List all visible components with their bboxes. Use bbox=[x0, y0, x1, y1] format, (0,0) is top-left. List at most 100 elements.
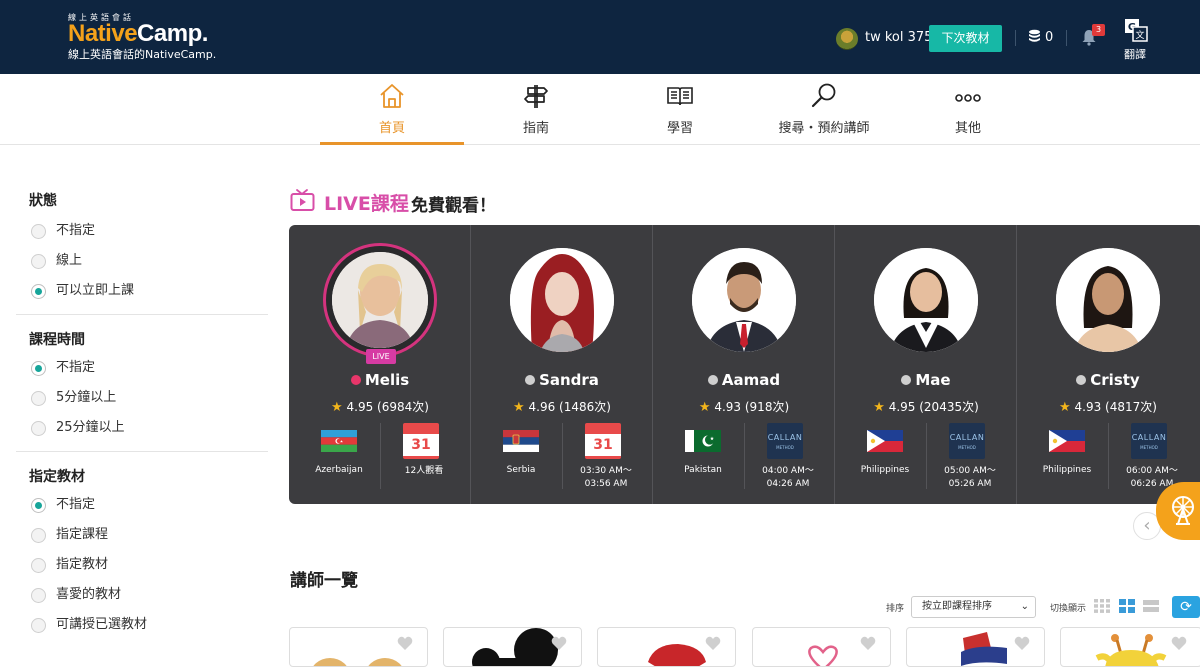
heart-icon[interactable] bbox=[860, 636, 876, 651]
lesson-time: 05:00 AM〜 05:26 AM bbox=[944, 466, 996, 489]
live-badge: LIVE bbox=[366, 349, 396, 364]
teacher-card[interactable] bbox=[1060, 627, 1200, 667]
radio-button-checked[interactable] bbox=[31, 361, 46, 376]
refresh-button[interactable]: ⟳ bbox=[1172, 596, 1200, 618]
philippines-flag bbox=[1049, 430, 1085, 452]
teacher-country: Pakistan bbox=[684, 465, 722, 475]
radio-button-checked[interactable] bbox=[31, 284, 46, 299]
radio-button[interactable] bbox=[31, 391, 46, 406]
radio-button[interactable] bbox=[31, 254, 46, 269]
teacher-name: Sandra bbox=[471, 371, 653, 389]
nav-home-label: 首頁 bbox=[378, 121, 405, 136]
callan-method-icon: CALLAN METHOD bbox=[1131, 423, 1167, 459]
translate-icon[interactable]: G 文 bbox=[1124, 18, 1148, 42]
teacher-card[interactable] bbox=[289, 627, 428, 667]
list-view-icon[interactable] bbox=[1143, 599, 1159, 613]
teacher-rating: ★ 4.95 (20435次) bbox=[873, 400, 979, 415]
radio-button[interactable] bbox=[31, 421, 46, 436]
filter-status-title: 狀態 bbox=[29, 193, 57, 209]
radio-label: 25分鐘以上 bbox=[56, 420, 125, 435]
header-divider bbox=[1015, 30, 1016, 46]
live-teacher-card[interactable]: Aamad ★ 4.93 (918次) Pakistan CALLAN METHO… bbox=[653, 225, 835, 504]
ferris-wheel-icon bbox=[1172, 496, 1194, 525]
radio-button[interactable] bbox=[31, 588, 46, 603]
radio-label: 可講授已選教材 bbox=[56, 617, 148, 632]
grid-large-icon[interactable] bbox=[1119, 599, 1135, 613]
heart-icon[interactable] bbox=[1014, 636, 1030, 651]
heart-icon[interactable] bbox=[705, 636, 721, 651]
radio-duration-5[interactable]: 5分鐘以上 bbox=[16, 383, 268, 413]
radio-duration-25[interactable]: 25分鐘以上 bbox=[16, 413, 268, 443]
section-divider bbox=[16, 314, 268, 315]
logo-name-camp: Camp. bbox=[137, 20, 208, 47]
coins-icon[interactable] bbox=[1028, 29, 1041, 44]
heart-icon[interactable] bbox=[551, 636, 567, 651]
radio-duration-any[interactable]: 不指定 bbox=[16, 353, 268, 383]
live-lessons-panel: LIVE Melis ★ 4.95 (6984次) Azerbaijan 31 … bbox=[289, 225, 1200, 504]
teacher-card[interactable] bbox=[752, 627, 891, 667]
radio-material-specific[interactable]: 指定教材 bbox=[16, 550, 268, 580]
radio-label: 不指定 bbox=[56, 497, 96, 512]
nav-more[interactable]: 其他 bbox=[896, 74, 1040, 145]
radio-status-online[interactable]: 線上 bbox=[16, 246, 268, 276]
radio-material-course[interactable]: 指定課程 bbox=[16, 520, 268, 550]
star-icon: ★ bbox=[698, 400, 711, 415]
next-material-button[interactable]: 下次教材 bbox=[929, 25, 1002, 52]
radio-status-any[interactable]: 不指定 bbox=[16, 216, 268, 246]
nav-home[interactable]: 首頁 bbox=[320, 74, 464, 145]
teacher-name: Mae bbox=[835, 371, 1017, 389]
radio-button[interactable] bbox=[31, 224, 46, 239]
teacher-country: Azerbaijan bbox=[315, 465, 363, 475]
serbia-flag bbox=[503, 430, 539, 452]
sort-label: 排序 bbox=[886, 604, 905, 614]
grid-small-icon[interactable] bbox=[1094, 599, 1110, 613]
heart-icon[interactable] bbox=[1171, 636, 1187, 651]
radio-label: 5分鐘以上 bbox=[56, 390, 117, 405]
star-icon: ★ bbox=[873, 400, 885, 415]
live-ring bbox=[323, 243, 437, 357]
live-teacher-card[interactable]: Mae ★ 4.95 (20435次) Philippines CALLAN ME… bbox=[835, 225, 1017, 504]
live-teacher-card[interactable]: LIVE Melis ★ 4.95 (6984次) Azerbaijan 31 … bbox=[289, 225, 471, 504]
sort-dropdown[interactable]: 按立即課程排序 ⌄ bbox=[911, 596, 1036, 618]
radio-material-favorite[interactable]: 喜愛的教材 bbox=[16, 580, 268, 610]
teacher-photo bbox=[510, 248, 614, 352]
floating-support-button[interactable] bbox=[1156, 482, 1200, 540]
username[interactable]: tw kol 375 bbox=[865, 30, 932, 45]
radio-button[interactable] bbox=[31, 558, 46, 573]
radio-button[interactable] bbox=[31, 618, 46, 633]
live-teacher-card[interactable]: Cristy ★ 4.93 (4817次) Philippines CALLAN… bbox=[1017, 225, 1199, 504]
nav-search-label: 搜尋・預約講師 bbox=[778, 121, 870, 136]
radio-status-now[interactable]: 可以立即上課 bbox=[16, 276, 268, 306]
radio-button[interactable] bbox=[31, 528, 46, 543]
logo-tagline: 線上英語會話的NativeCamp. bbox=[68, 48, 217, 61]
teacher-card[interactable] bbox=[597, 627, 736, 667]
user-avatar[interactable] bbox=[836, 28, 858, 50]
filter-sidebar: 狀態 不指定 線上 可以立即上課 課程時間 不指定 5分鐘以上 25分鐘以上 指… bbox=[16, 190, 268, 640]
live-teacher-card[interactable]: Sandra ★ 4.96 (1486次) Serbia 31 03:30 AM… bbox=[471, 225, 653, 504]
logo-name-native: Native bbox=[68, 20, 138, 47]
radio-label: 線上 bbox=[56, 253, 83, 268]
more-icon bbox=[955, 94, 981, 102]
teacher-card[interactable] bbox=[906, 627, 1045, 667]
radio-button-checked[interactable] bbox=[31, 498, 46, 513]
callan-method-icon: CALLAN METHOD bbox=[949, 423, 985, 459]
radio-material-selected[interactable]: 可講授已選教材 bbox=[16, 610, 268, 640]
teacher-country: Philippines bbox=[1042, 465, 1092, 475]
nav-study[interactable]: 學習 bbox=[608, 74, 752, 145]
logo-name: NativeCamp. bbox=[68, 20, 208, 48]
live-title-main: LIVE課程 bbox=[324, 193, 409, 215]
nav-search[interactable]: 搜尋・預約講師 bbox=[752, 74, 896, 145]
translate-label[interactable]: 翻譯 bbox=[1124, 46, 1146, 62]
heart-icon[interactable] bbox=[397, 636, 413, 651]
calendar-icon: 31 bbox=[403, 423, 439, 459]
teacher-name: Cristy bbox=[1017, 371, 1199, 389]
radio-material-any[interactable]: 不指定 bbox=[16, 490, 268, 520]
main-nav: 首頁 指南 學習 搜尋・預約講師 其他 bbox=[0, 74, 1200, 145]
teacher-card[interactable] bbox=[443, 627, 582, 667]
nativecamp-logo[interactable]: 線上英語會話 NativeCamp. 線上英語會話的NativeCamp. bbox=[68, 12, 228, 61]
svg-text:文: 文 bbox=[1135, 29, 1144, 41]
top-header: 線上英語會話 NativeCamp. 線上英語會話的NativeCamp. tw… bbox=[0, 0, 1200, 74]
nav-guide[interactable]: 指南 bbox=[464, 74, 608, 145]
teacher-country: Philippines bbox=[860, 465, 910, 475]
teacher-name: Aamad bbox=[653, 371, 835, 389]
